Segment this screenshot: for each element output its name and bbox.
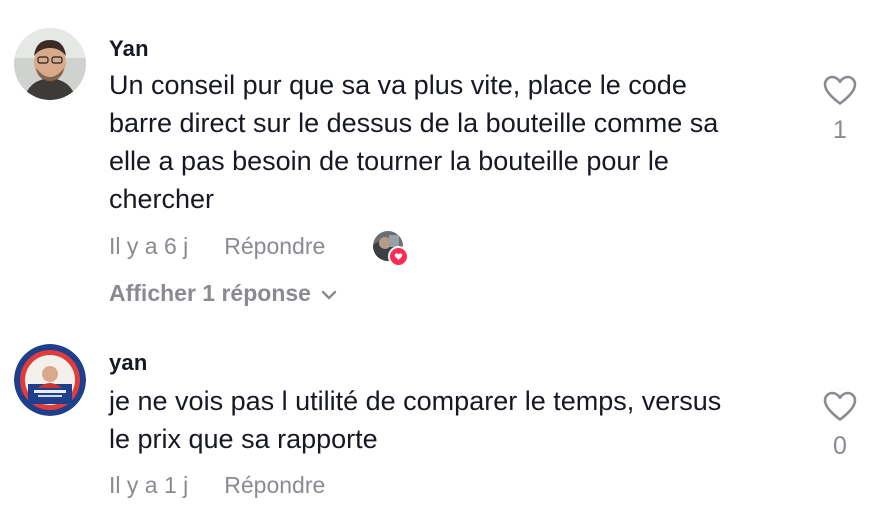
comment-timestamp: Il y a 1 j (109, 472, 189, 498)
reply-button[interactable]: Répondre (224, 233, 325, 259)
heart-icon (388, 246, 409, 267)
comment-text-line: Un conseil pur que sa va plus vite, plac… (109, 70, 687, 100)
avatar[interactable] (14, 28, 86, 100)
comment-text-line: elle a pas besoin de tourner la bouteill… (109, 146, 669, 176)
comment-text-line: barre direct sur le dessus de la bouteil… (109, 108, 719, 138)
comment-text: Un conseil pur que sa va plus vite, plac… (109, 66, 799, 218)
comment-text-line: je ne vois pas l utilité de comparer le … (109, 386, 722, 416)
heart-outline-icon (823, 391, 857, 421)
like-button[interactable]: 1 (818, 74, 862, 145)
view-replies-label: Afficher 1 réponse (109, 280, 311, 306)
comment-username[interactable]: Yan (109, 36, 149, 62)
comment-timestamp: Il y a 6 j (109, 233, 189, 259)
comment-meta: Il y a 1 j Répondre (109, 472, 325, 499)
like-count: 0 (833, 432, 847, 460)
view-replies-button[interactable]: Afficher 1 réponse (109, 280, 337, 307)
chevron-down-icon (321, 290, 337, 300)
avatar[interactable] (14, 344, 86, 416)
comment-username[interactable]: yan (109, 350, 148, 376)
like-count: 1 (833, 116, 847, 144)
like-button[interactable]: 0 (818, 390, 862, 461)
comment-text: je ne vois pas l utilité de comparer le … (109, 382, 799, 458)
creator-liked-badge (373, 231, 409, 267)
comment-text-line: chercher (109, 184, 215, 214)
reply-button[interactable]: Répondre (224, 472, 325, 498)
comment-text-line: le prix que sa rapporte (109, 424, 378, 454)
heart-outline-icon (823, 75, 857, 105)
comment-meta: Il y a 6 j Répondre (109, 233, 325, 260)
